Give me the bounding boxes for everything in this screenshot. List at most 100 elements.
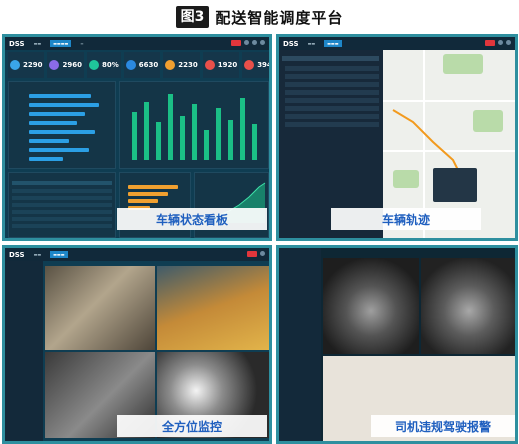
figure-caption: 配送智能调度平台	[215, 8, 344, 27]
user-icon[interactable]	[260, 251, 265, 256]
panel-caption: 司机违规驾驶报警	[371, 415, 515, 437]
figure: 图3 配送智能调度平台 DSS ▬▬ ▬▬▬▬ ≡ 2290 2960 80% …	[0, 0, 519, 444]
stat-icon	[125, 60, 136, 70]
close-icon[interactable]	[260, 40, 265, 45]
bar	[240, 98, 245, 160]
stat-icon	[204, 60, 215, 70]
table-row	[12, 203, 112, 207]
list-item[interactable]	[285, 106, 379, 111]
bar	[216, 108, 221, 160]
alarm-badge[interactable]	[231, 40, 241, 46]
tracking-topbar: DSS ▬▬ ▬▬▬	[279, 37, 515, 50]
bar	[228, 120, 233, 160]
alarm-list	[279, 248, 321, 441]
bar	[144, 102, 149, 160]
search-input[interactable]	[282, 56, 379, 61]
settings-icon[interactable]	[506, 40, 511, 45]
stat-card: 2960	[47, 52, 84, 78]
list-item[interactable]	[285, 98, 379, 103]
vehicle-info-popup	[432, 168, 477, 202]
bar	[204, 130, 209, 160]
bar	[180, 116, 185, 160]
stat-card: 6630	[123, 52, 161, 78]
table-row	[12, 196, 112, 200]
table-row	[12, 224, 112, 228]
tab-dashboard[interactable]: ▬▬▬▬	[50, 40, 72, 47]
stat-cards: 2290 2960 80% 6630 2230 1920 3940	[8, 52, 269, 78]
stat-card: 3940	[242, 52, 272, 78]
bar	[29, 121, 77, 125]
figure-title: 图3 配送智能调度平台	[0, 0, 519, 34]
stat-card: 2230	[163, 52, 200, 78]
list-item[interactable]	[285, 82, 379, 87]
tab-tracking[interactable]: ▬▬▬	[324, 40, 342, 47]
panel-caption: 车辆状态看板	[117, 208, 267, 230]
bar	[29, 130, 95, 134]
bar	[168, 94, 173, 160]
stat-icon	[244, 60, 255, 70]
stat-value: 80%	[101, 61, 119, 69]
stat-value: 6630	[138, 61, 159, 69]
table-row	[12, 189, 112, 193]
tab-monitor[interactable]: ▬▬▬	[50, 251, 68, 258]
figure-number: 图3	[175, 6, 210, 28]
list-item[interactable]	[285, 122, 379, 127]
table-card	[8, 172, 116, 238]
stat-value: 2960	[62, 61, 82, 69]
stat-icon	[49, 60, 60, 70]
app-logo: DSS	[9, 39, 25, 48]
list-item[interactable]	[285, 90, 379, 95]
bar	[128, 192, 168, 196]
bar	[132, 112, 137, 160]
bar	[29, 139, 69, 143]
alarm-badge[interactable]	[485, 40, 495, 46]
tab-home[interactable]: ▬▬	[305, 40, 319, 47]
stat-icon	[165, 60, 176, 70]
video-feed[interactable]	[157, 266, 269, 350]
tab-home[interactable]: ▬▬	[31, 40, 45, 47]
bar	[128, 199, 158, 203]
stat-card: 1920	[202, 52, 240, 78]
monitoring-topbar: DSS ▬▬ ▬▬▬	[5, 248, 269, 261]
list-item[interactable]	[285, 66, 379, 71]
bar	[29, 112, 85, 116]
bar	[128, 185, 178, 189]
list-item[interactable]	[285, 74, 379, 79]
tracking-panel: DSS ▬▬ ▬▬▬ 车辆轨迹	[276, 34, 518, 241]
vertical-bar-card	[119, 81, 269, 169]
table-row	[12, 217, 112, 221]
user-icon[interactable]	[244, 40, 249, 45]
stat-icon	[88, 60, 99, 70]
panel-caption: 车辆轨迹	[331, 208, 481, 230]
horizontal-bar-card	[8, 81, 116, 169]
app-logo: DSS	[9, 250, 25, 259]
bar	[252, 124, 257, 160]
list-item[interactable]	[285, 114, 379, 119]
dashboard-topbar: DSS ▬▬ ▬▬▬▬ ≡	[5, 37, 269, 50]
bar	[156, 122, 161, 160]
table-row	[12, 181, 112, 185]
stat-value: 1920	[217, 61, 238, 69]
device-tree	[5, 261, 43, 441]
stat-value: 3940	[257, 61, 272, 69]
tab-home[interactable]: ▬▬	[31, 251, 45, 258]
stat-value: 2290	[23, 61, 43, 69]
driver-camera-feed[interactable]	[421, 258, 515, 354]
bar	[192, 104, 197, 160]
stat-card: 80%	[86, 52, 121, 78]
stat-value: 2230	[178, 61, 198, 69]
driver-camera-feed[interactable]	[323, 258, 419, 354]
stat-icon	[10, 60, 20, 70]
stat-card: 2290	[8, 52, 45, 78]
settings-icon[interactable]	[252, 40, 257, 45]
bar	[29, 157, 63, 161]
alarm-badge[interactable]	[247, 251, 257, 257]
video-feed[interactable]	[45, 266, 155, 350]
bar	[29, 148, 89, 152]
panel-caption: 全方位监控	[117, 415, 267, 437]
bar	[29, 94, 91, 98]
menu-icon[interactable]: ≡	[77, 40, 86, 47]
user-icon[interactable]	[498, 40, 503, 45]
monitoring-panel: DSS ▬▬ ▬▬▬ 全方位监控	[2, 245, 272, 444]
table-row	[12, 210, 112, 214]
